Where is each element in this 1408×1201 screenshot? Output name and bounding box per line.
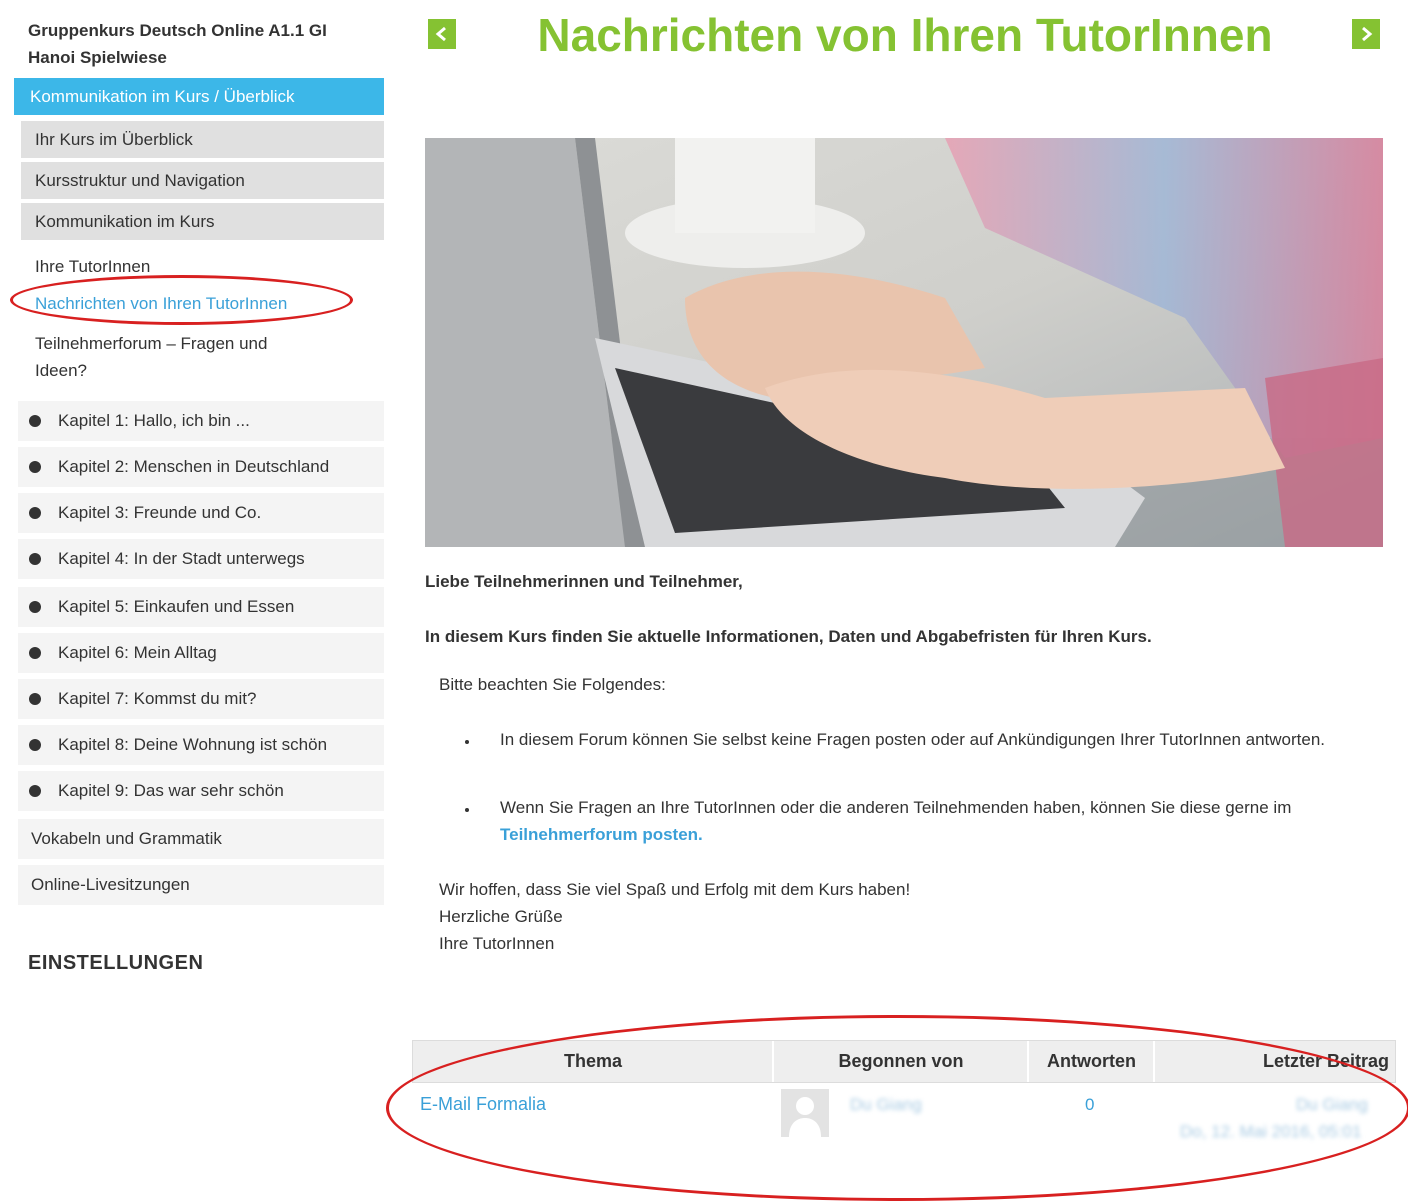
hero-image-laptop-typing: [425, 138, 1383, 547]
bullet-icon: [29, 693, 41, 705]
chevron-right-icon: [1362, 26, 1373, 42]
intro-text: In diesem Kurs finden Sie aktuelle Infor…: [425, 627, 1152, 646]
sidebar-chapter-1[interactable]: Kapitel 1: Hallo, ich bin ...: [18, 401, 384, 441]
closing-line-2: Herzliche Grüße: [439, 907, 563, 926]
sidebar-chapter-4[interactable]: Kapitel 4: In der Stadt unterwegs: [18, 539, 384, 579]
sidebar-item-course-structure[interactable]: Kursstruktur und Navigation: [21, 162, 384, 199]
sidebar-chapter-9[interactable]: Kapitel 9: Das war sehr schön: [18, 771, 384, 811]
sidebar-chapter-5[interactable]: Kapitel 5: Einkaufen und Essen: [18, 587, 384, 627]
sidebar-item-course-overview[interactable]: Ihr Kurs im Überblick: [21, 121, 384, 158]
page-title: Nachrichten von Ihren TutorInnen: [537, 9, 1273, 61]
avatar-silhouette: [789, 1097, 821, 1137]
chapter-label: Kapitel 3: Freunde und Co.: [58, 503, 262, 522]
closing-line-3: Ihre TutorInnen: [439, 934, 555, 953]
course-sidebar: Gruppenkurs Deutsch Online A1.1 GI Hanoi…: [0, 0, 400, 1160]
bullet-icon: [29, 647, 41, 659]
chevron-left-icon: [435, 26, 446, 42]
sidebar-item-vocabulary[interactable]: Vokabeln und Grammatik: [18, 819, 384, 859]
bullet-icon: [29, 507, 41, 519]
bullet-icon: [29, 601, 41, 613]
bullet-text-2-main: Wenn Sie Fragen an Ihre TutorInnen oder …: [500, 798, 1292, 817]
user-avatar-icon[interactable]: [781, 1089, 829, 1137]
forum-table-header: Thema Begonnen von Antworten Letzter Bei…: [412, 1040, 1396, 1083]
topic-link[interactable]: E-Mail Formalia: [420, 1091, 546, 1118]
sidebar-link-tutor-news[interactable]: Nachrichten von Ihren TutorInnen: [35, 290, 365, 317]
started-by-author[interactable]: Du Giang: [850, 1091, 922, 1118]
column-header-replies[interactable]: Antworten: [1029, 1041, 1154, 1082]
chapter-label: Kapitel 4: In der Stadt unterwegs: [58, 549, 305, 568]
last-post-author[interactable]: Du Giang: [1296, 1091, 1368, 1118]
column-header-started-by[interactable]: Begonnen von: [774, 1041, 1028, 1082]
closing-line-1: Wir hoffen, dass Sie viel Spaß und Erfol…: [439, 880, 911, 899]
bullet-text-2: Wenn Sie Fragen an Ihre TutorInnen oder …: [500, 794, 1380, 848]
bullet-icon: [29, 785, 41, 797]
column-header-topic[interactable]: Thema: [413, 1041, 773, 1082]
chapter-label: Kapitel 9: Das war sehr schön: [58, 781, 284, 800]
sidebar-chapter-7[interactable]: Kapitel 7: Kommst du mit?: [18, 679, 384, 719]
sidebar-chapter-2[interactable]: Kapitel 2: Menschen in Deutschland: [18, 447, 384, 487]
prev-page-button[interactable]: [428, 19, 456, 49]
chapter-label: Kapitel 7: Kommst du mit?: [58, 689, 257, 708]
greeting-text: Liebe Teilnehmerinnen und Teilnehmer,: [425, 572, 743, 591]
last-post-date[interactable]: Do, 12. Mai 2016, 05:01: [1180, 1118, 1361, 1145]
notice-text: Bitte beachten Sie Folgendes:: [439, 675, 666, 694]
bullet-icon: [29, 553, 41, 565]
participant-forum-link[interactable]: Teilnehmerforum posten: [500, 825, 698, 844]
course-title[interactable]: Gruppenkurs Deutsch Online A1.1 GI Hanoi…: [28, 17, 378, 71]
chapter-label: Kapitel 8: Deine Wohnung ist schön: [58, 735, 328, 754]
sidebar-item-communication[interactable]: Kommunikation im Kurs: [21, 203, 384, 240]
chapter-label: Kapitel 6: Mein Alltag: [58, 643, 217, 662]
bullet-text-2-end: .: [698, 825, 703, 844]
sidebar-chapter-6[interactable]: Kapitel 6: Mein Alltag: [18, 633, 384, 673]
sidebar-link-tutors[interactable]: Ihre TutorInnen: [35, 253, 365, 280]
sidebar-section-communication-overview[interactable]: Kommunikation im Kurs / Überblick: [14, 78, 384, 115]
sidebar-chapter-8[interactable]: Kapitel 8: Deine Wohnung ist schön: [18, 725, 384, 765]
chapter-label: Kapitel 1: Hallo, ich bin ...: [58, 411, 250, 430]
chapter-label: Kapitel 2: Menschen in Deutschland: [58, 457, 330, 476]
laptop-illustration: [425, 138, 1383, 547]
bullet-icon: [29, 739, 41, 751]
settings-heading: EINSTELLUNGEN: [28, 952, 204, 974]
chapter-label: Kapitel 5: Einkaufen und Essen: [58, 597, 295, 616]
next-page-button[interactable]: [1352, 19, 1380, 49]
bullet-icon: [29, 461, 41, 473]
bullet-text-1: In diesem Forum können Sie selbst keine …: [500, 730, 1326, 749]
sidebar-item-live-sessions[interactable]: Online-Livesitzungen: [18, 865, 384, 905]
replies-count[interactable]: 0: [1085, 1091, 1094, 1118]
sidebar-link-participant-forum[interactable]: Teilnehmerforum – Fragen und Ideen?: [35, 330, 315, 384]
bullet-icon: [29, 415, 41, 427]
column-header-last-post[interactable]: Letzter Beitrag: [1155, 1041, 1389, 1082]
bullet-icon: [465, 740, 469, 744]
sidebar-chapter-3[interactable]: Kapitel 3: Freunde und Co.: [18, 493, 384, 533]
bullet-icon: [465, 808, 469, 812]
